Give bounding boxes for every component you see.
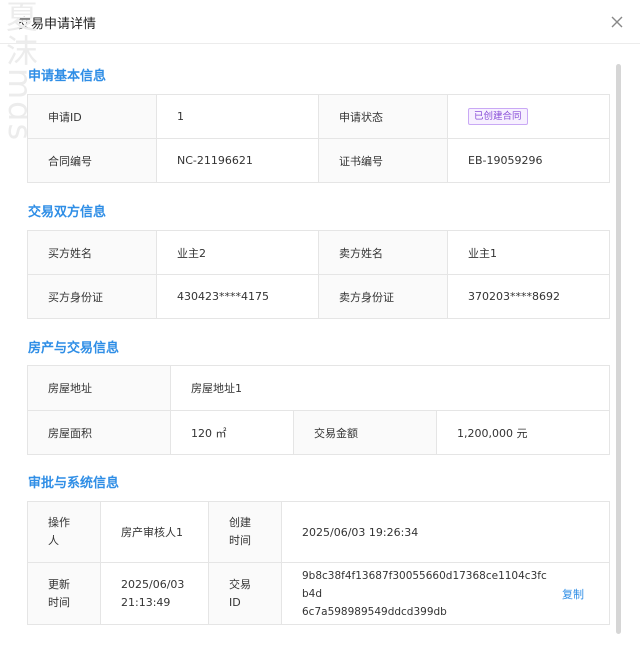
dialog-header: 交易申请详情 [0,0,640,44]
created-time-value: 2025/06/03 19:26:34 [281,501,610,563]
section-title-apply: 申请基本信息 [28,69,107,84]
apply-id-label: 申请ID [27,94,157,139]
section-title-property: 房产与交易信息 [28,341,120,356]
table-row: 买方身份证 430423****4175 卖方身份证 370203****869… [27,274,610,319]
table-row: 操作人 房产审核人1 创建 时间 2025/06/03 19:26:34 [27,501,610,563]
tx-id-label: 交易 ID [208,562,282,625]
apply-info-table: 申请ID 1 申请状态 已创建合同 合同编号 NC-21196621 证书编号 … [27,94,610,183]
section-title-parties: 交易双方信息 [28,205,107,220]
seller-name-value: 业主1 [447,230,610,275]
certificate-no-label: 证书编号 [318,138,448,183]
updated-time-value: 2025/06/03 21:13:49 [100,562,209,625]
operator-value: 房产审核人1 [100,501,209,563]
amount-value: 1,200,000 元 [436,410,610,455]
seller-id-value: 370203****8692 [447,274,610,319]
scrollbar[interactable] [616,64,621,634]
status-badge: 已创建合同 [468,108,528,125]
table-row: 买方姓名 业主2 卖方姓名 业主1 [27,230,610,275]
buyer-id-label: 买方身份证 [27,274,157,319]
property-info-table: 房屋地址 房屋地址1 房屋面积 120 ㎡ 交易金额 1,200,000 元 [27,365,610,455]
table-row: 房屋地址 房屋地址1 [27,365,610,411]
contract-no-label: 合同编号 [27,138,157,183]
tx-id-cell: 9b8c38f4f13687f30055660d17368ce1104c3fcb… [281,562,610,625]
copy-button[interactable]: 复制 [562,586,584,602]
system-info-table: 操作人 房产审核人1 创建 时间 2025/06/03 19:26:34 更新 时间… [27,501,610,625]
apply-status-cell: 已创建合同 [447,94,610,139]
table-row: 合同编号 NC-21196621 证书编号 EB-19059296 [27,138,610,183]
seller-name-label: 卖方姓名 [318,230,448,275]
apply-id-value: 1 [156,94,319,139]
buyer-id-value: 430423****4175 [156,274,319,319]
seller-id-label: 卖方身份证 [318,274,448,319]
close-icon[interactable] [608,13,626,31]
operator-label: 操作人 [27,501,101,563]
area-label: 房屋面积 [27,410,171,455]
table-row: 房屋面积 120 ㎡ 交易金额 1,200,000 元 [27,410,610,455]
section-title-system: 审批与系统信息 [28,476,120,491]
table-row: 更新 时间 2025/06/03 21:13:49 交易 ID 9b8c38f4f13… [27,562,610,625]
area-value: 120 ㎡ [170,410,294,455]
dialog-title: 交易申请详情 [18,17,97,32]
updated-time-label: 更新 时间 [27,562,101,625]
address-value: 房屋地址1 [170,365,610,411]
contract-no-value: NC-21196621 [156,138,319,183]
apply-status-label: 申请状态 [318,94,448,139]
table-row: 申请ID 1 申请状态 已创建合同 [27,94,610,139]
buyer-name-value: 业主2 [156,230,319,275]
tx-id-value: 9b8c38f4f13687f30055660d17368ce1104c3fcb… [302,569,547,618]
address-label: 房屋地址 [27,365,171,411]
certificate-no-value: EB-19059296 [447,138,610,183]
parties-info-table: 买方姓名 业主2 卖方姓名 业主1 买方身份证 430423****4175 卖… [27,230,610,319]
amount-label: 交易金额 [293,410,437,455]
created-time-label: 创建 时间 [208,501,282,563]
buyer-name-label: 买方姓名 [27,230,157,275]
